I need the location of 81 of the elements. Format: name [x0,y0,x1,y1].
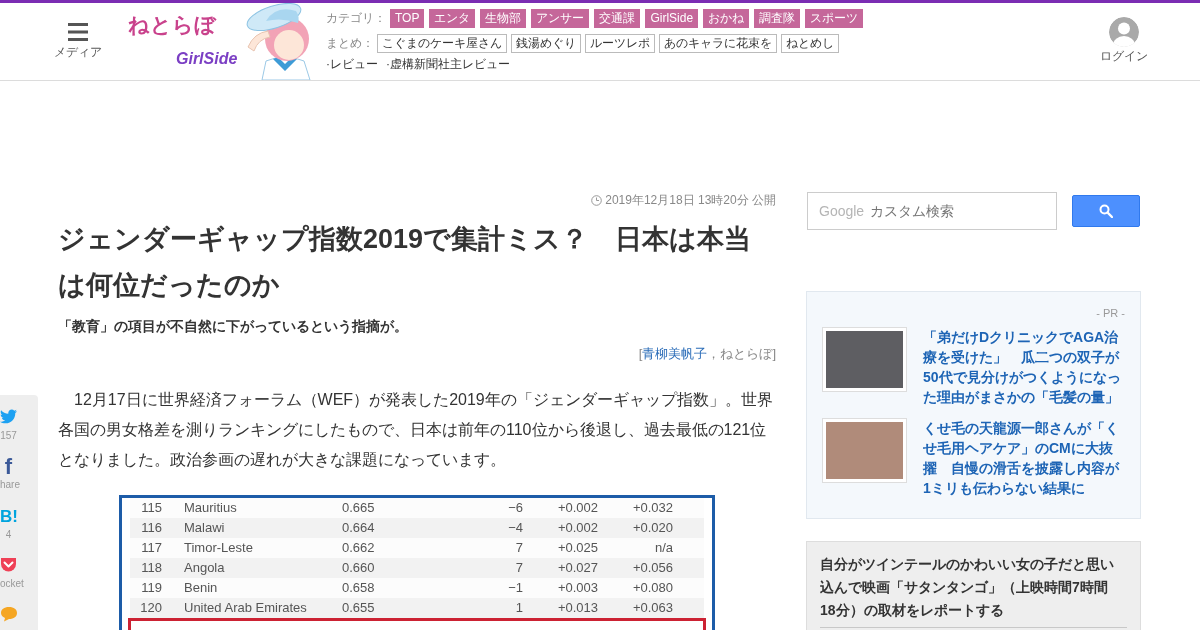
table-cell-text: −1 [507,580,523,596]
article-title: ジェンダーギャップ指数2019で集計ミス？ 日本は本当は何位だったのか [58,223,753,302]
clock-icon [591,194,603,206]
search-icon [1099,204,1113,218]
user-avatar-icon [1109,17,1139,47]
table-cell-text: United Arab Emirates [184,600,308,616]
logo-title[interactable]: ねとらぼ [128,11,216,39]
table-cell-text: 119 [140,580,162,596]
category-tag[interactable]: エンタ [429,8,476,28]
category-tag[interactable]: 生物部 [480,8,527,28]
table-cell-text: n/a [653,540,673,556]
table-cell-text: +0.002 [556,500,598,516]
table-cell-text: +0.013 [556,600,598,616]
table-cell-text: +0.003 [556,580,598,596]
table-cell-text: 0.664 [342,520,376,536]
table-cell-text: Mauritius [184,500,238,516]
table-cell-text: +0.080 [631,580,673,596]
share-count: 4 [4,529,13,541]
category-tag[interactable]: アンサー [531,8,590,28]
table-cell-text: +0.025 [556,540,598,556]
category-tag[interactable]: TOP [390,8,425,28]
table-cell-text: 1 [514,600,523,616]
article-body: 12月17日に世界経済フォーラム（WEF）が発表した2019年の「ジェンダーギャップ指数」。世界各国の男女格差を測りランキングにしたもので、日本は前年の110位から後退し、過去最低の121位となりました。政治参画の遅れが大きな課題になっています。 [58,390,774,470]
collection-tag[interactable]: 銭湯めぐり [511,33,581,53]
collection-tag[interactable]: あのキャラに花束を [659,33,777,53]
pocket-icon[interactable] [0,557,17,573]
table-cell-text: 0.660 [342,560,376,576]
table-cell-text: +0.063 [631,600,673,616]
table-cell-text: Malawi [184,520,226,536]
table-cell-text: Angola [184,560,226,576]
share-count: 157 [0,430,17,442]
table-cell-text: Benin [184,580,219,596]
category-tag[interactable]: おかね [703,8,750,28]
category-tag[interactable]: GirlSide [645,8,699,28]
category-tag[interactable]: 交通課 [594,8,641,28]
review-link[interactable]: ·虚構新聞社主レビュー [386,57,510,72]
pr-article-link[interactable]: 「弟だけDクリニックでAGA治療を受けた」 瓜二つの双子が50代で見分けがつくようになった理由がまさかの「毛髪の量」 [923,327,1125,407]
table-cell-text: 0.665 [342,500,376,516]
table-cell-text: +0.020 [631,520,673,536]
table-cell-text: 0.655 [342,600,376,616]
category-tag[interactable]: 調査隊 [754,8,801,28]
publish-date: 2019年12月18日 13時20分 公開 [605,193,776,207]
table-cell-text: 115 [140,500,162,516]
share-count: ocket [0,578,24,590]
google-wordmark: Google [819,203,865,219]
twitter-bird-icon[interactable] [0,409,17,424]
facebook-logo[interactable]: f [0,456,17,478]
share-count: hare [0,479,20,491]
pr-label: - PR - [1096,306,1125,320]
article-lead: 「教育」の項目が不自然に下がっているという指摘が。 [58,317,409,336]
table-cell-text: 7 [514,560,523,576]
table-cell-text: +0.027 [556,560,598,576]
review-link[interactable]: ·レビュー [326,57,378,72]
search-button[interactable] [1072,195,1140,227]
table-cell-text: 117 [140,540,162,556]
table-cell-text: +0.032 [631,500,673,516]
author-link[interactable]: 青柳美帆子 [642,346,708,361]
collection-label: まとめ： [326,35,374,51]
collection-tag[interactable]: こぐまのケーキ屋さん [377,33,507,53]
table-cell-text: 0.658 [342,580,376,596]
collection-tag[interactable]: ルーツレポ [585,33,655,53]
table-cell-text: 0.662 [342,540,376,556]
ranking-article-link[interactable]: 自分がツインテールのかわいい女の子だと思い込んで映画「サタンタンゴ」（上映時間7時間18分）の取材をレポートする [820,553,1116,622]
byline: [青柳美帆子，ねとらぼ] [638,345,776,363]
category-tag[interactable]: スポーツ [805,8,864,28]
collection-tag[interactable]: ねとめし [781,33,839,53]
table-cell-text: +0.056 [631,560,673,576]
table-cell-text: −4 [507,520,523,536]
table-cell-text: 118 [140,560,162,576]
table-cell-text: 120 [139,600,162,616]
table-cell-text: 116 [140,520,162,536]
category-label: カテゴリ： [326,10,386,26]
menu-button[interactable]: メディア [54,23,102,80]
pr-article-link[interactable]: くせ毛の天龍源一郎さんが「くせ毛用ヘアケア」のCMに大抜擢 自慢の滑舌を披露し内容が1ミリも伝わらない結果に [923,418,1125,498]
menu-icon [68,23,88,41]
table-cell-text: +0.002 [556,520,598,536]
login-button[interactable]: ログイン [1100,17,1148,64]
logo-subtitle[interactable]: GirlSide [176,48,238,70]
table-cell-text: −6 [507,500,523,516]
table-cell-text: 7 [514,540,523,556]
table-cell-text: Timor-Leste [184,540,254,556]
